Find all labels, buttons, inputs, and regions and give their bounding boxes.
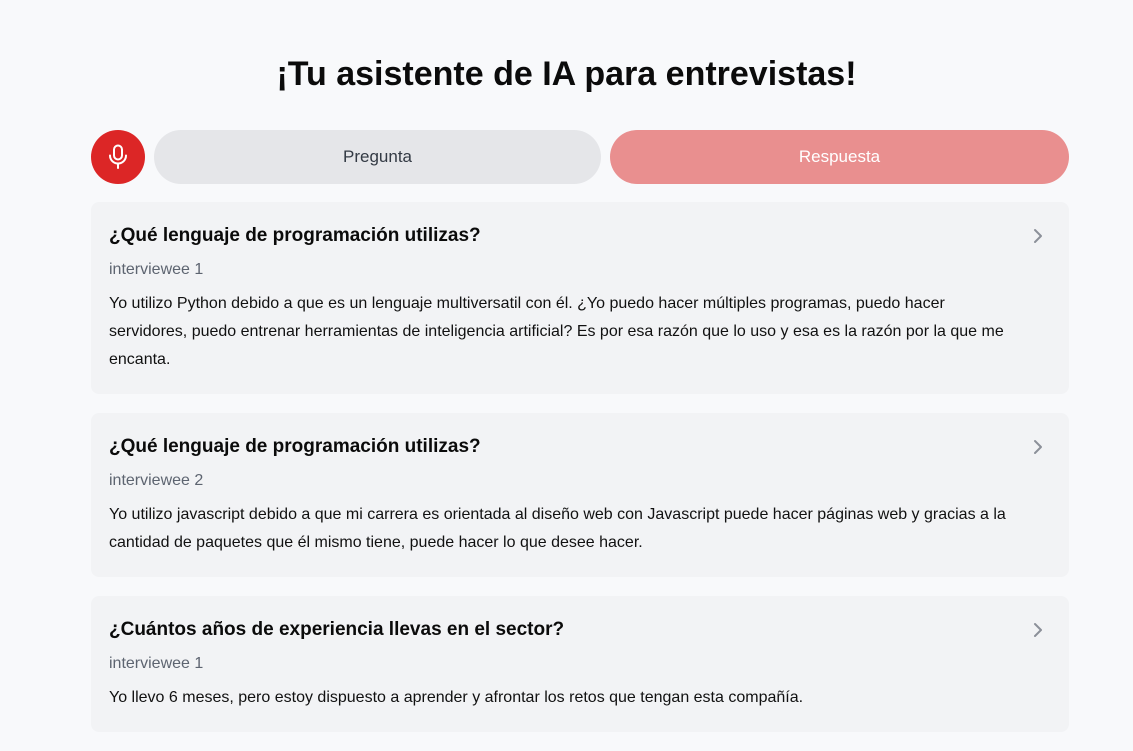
card-speaker: interviewee 2 — [109, 472, 204, 489]
card-speaker: interviewee 1 — [109, 655, 204, 672]
card-question: ¿Cuántos años de experiencia llevas en e… — [109, 619, 565, 640]
card-question: ¿Qué lenguaje de programación utilizas? — [109, 225, 481, 246]
qa-card[interactable]: ¿Cuántos años de experiencia llevas en e… — [91, 596, 1069, 732]
tab-pregunta[interactable]: Pregunta — [154, 130, 601, 184]
card-answer: Yo utilizo javascript debido a que mi ca… — [109, 506, 1006, 551]
card-speaker: interviewee 1 — [109, 261, 204, 278]
qa-card[interactable]: ¿Qué lenguaje de programación utilizas? … — [91, 413, 1069, 577]
page-title: ¡Tu asistente de IA para entrevistas! — [276, 55, 857, 93]
tab-respuesta[interactable]: Respuesta — [610, 130, 1069, 184]
card-answer: Yo llevo 6 meses, pero estoy dispuesto a… — [109, 689, 804, 706]
mode-controls: Pregunta Respuesta — [91, 130, 1069, 184]
chevron-right-icon[interactable] — [1031, 439, 1045, 455]
microphone-button[interactable] — [91, 130, 145, 184]
card-answer: Yo utilizo Python debido a que es un len… — [109, 295, 1004, 368]
qa-card[interactable]: ¿Qué lenguaje de programación utilizas? … — [91, 202, 1069, 394]
chevron-right-icon[interactable] — [1031, 228, 1045, 244]
chevron-right-icon[interactable] — [1031, 622, 1045, 638]
card-question: ¿Qué lenguaje de programación utilizas? — [109, 436, 481, 457]
qa-list: ¿Qué lenguaje de programación utilizas? … — [91, 202, 1069, 751]
microphone-icon — [109, 144, 127, 169]
